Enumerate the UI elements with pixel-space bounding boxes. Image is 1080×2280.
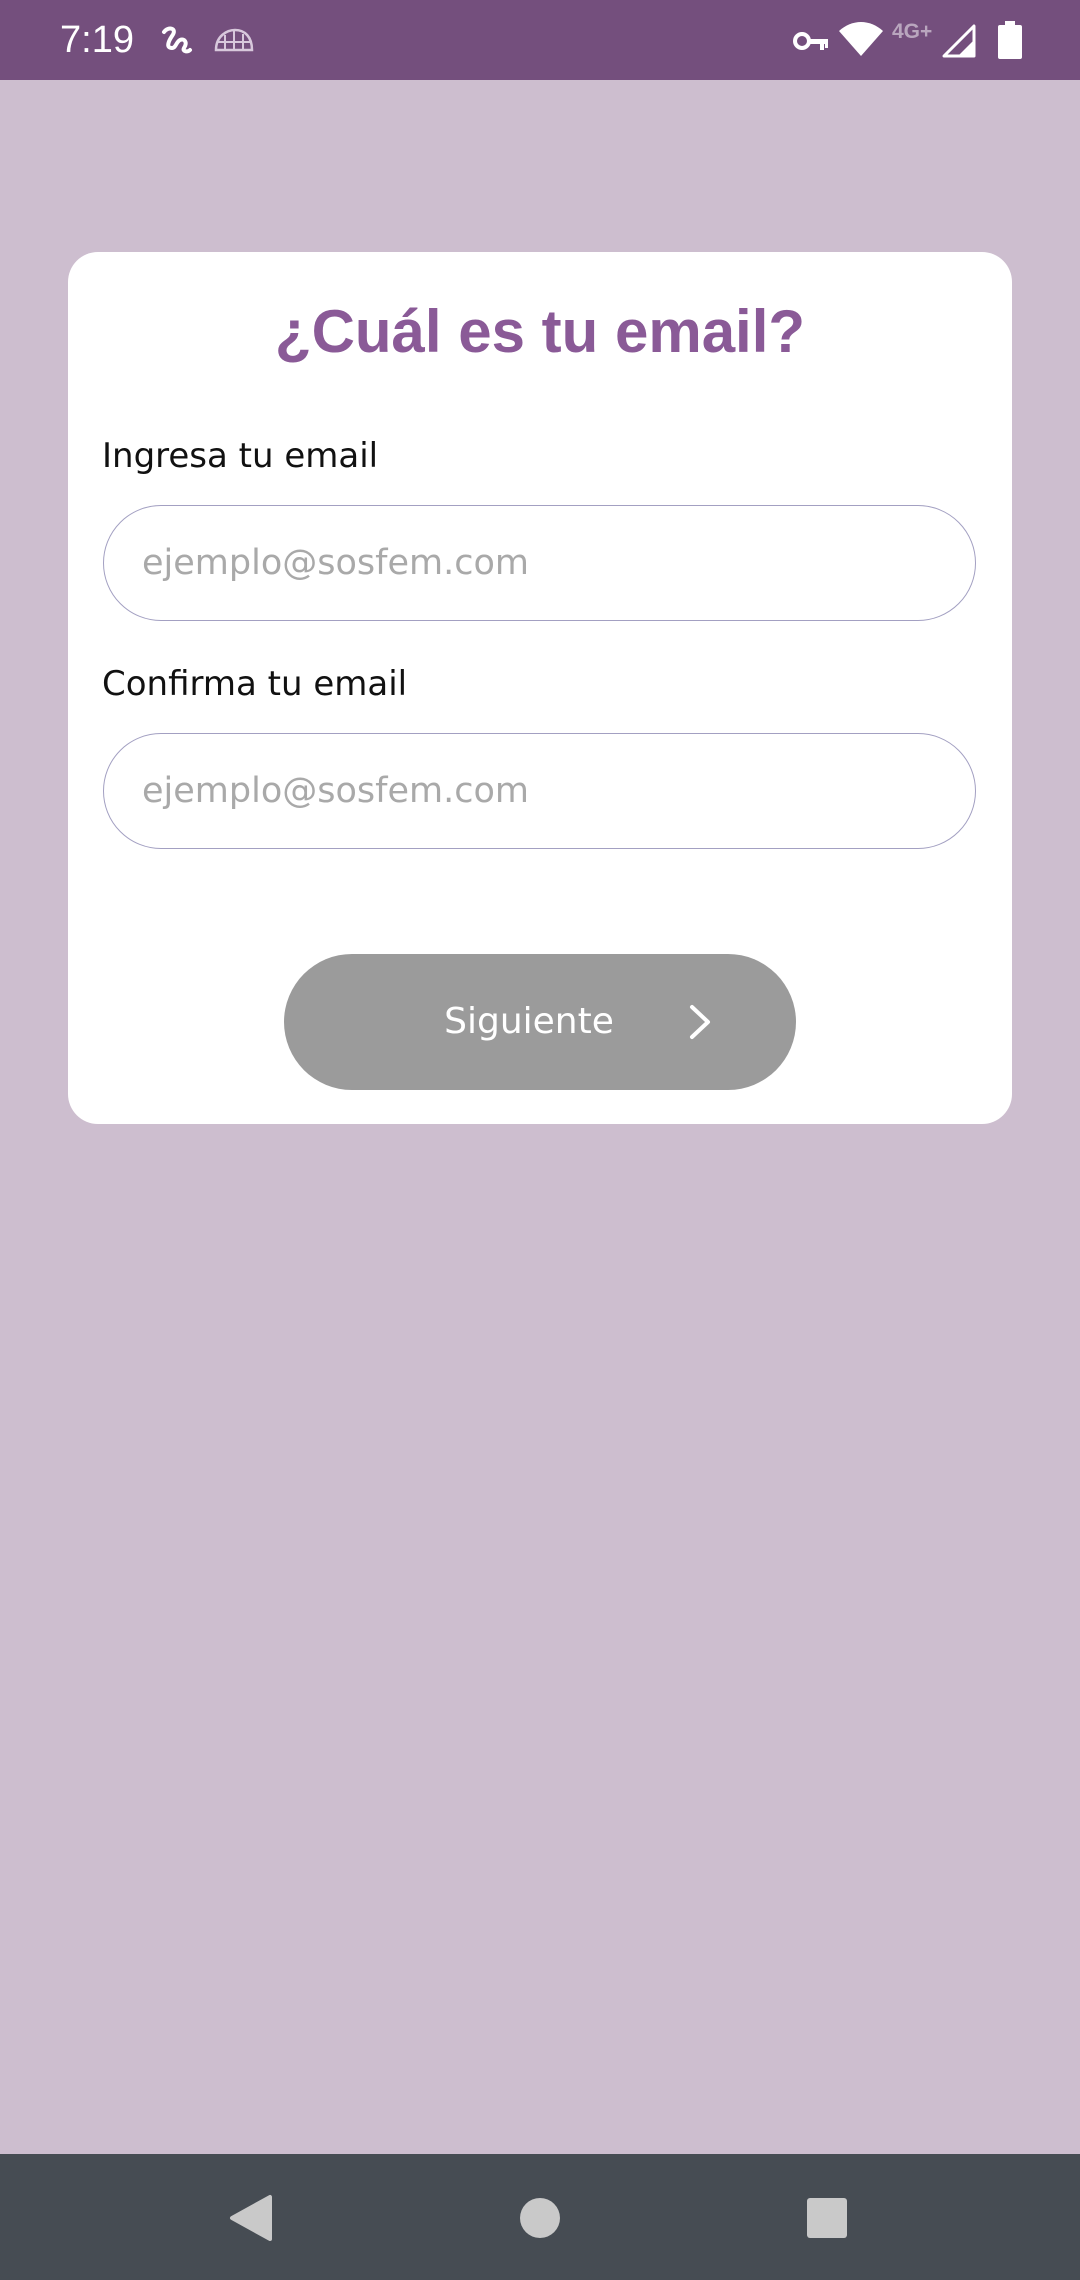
confirm-email-input[interactable]	[103, 733, 976, 849]
home-icon[interactable]	[500, 2177, 580, 2257]
back-icon[interactable]	[210, 2177, 290, 2257]
vpn-key-icon	[793, 32, 828, 50]
network-type-label: 4G+	[892, 20, 933, 43]
email-input[interactable]	[103, 505, 976, 621]
navigation-bar	[0, 2154, 1080, 2280]
page-title: ¿Cuál es tu email?	[274, 298, 806, 365]
app-notification-icon	[162, 26, 192, 54]
battery-icon	[998, 21, 1022, 59]
confirm-email-label: Confirma tu email	[102, 664, 408, 704]
email-label: Ingresa tu email	[102, 436, 379, 476]
next-button[interactable]: Siguiente	[284, 954, 796, 1090]
email-card: ¿Cuál es tu email? Ingresa tu email Conf…	[68, 252, 1012, 1124]
recents-icon[interactable]	[787, 2177, 867, 2257]
status-bar: 7:19 4G+	[0, 0, 1080, 80]
cellular-signal-icon	[942, 24, 976, 58]
status-time: 7:19	[60, 19, 134, 61]
keyboard-icon	[214, 28, 254, 52]
chevron-right-icon	[690, 1005, 710, 1039]
wifi-icon	[839, 22, 883, 56]
